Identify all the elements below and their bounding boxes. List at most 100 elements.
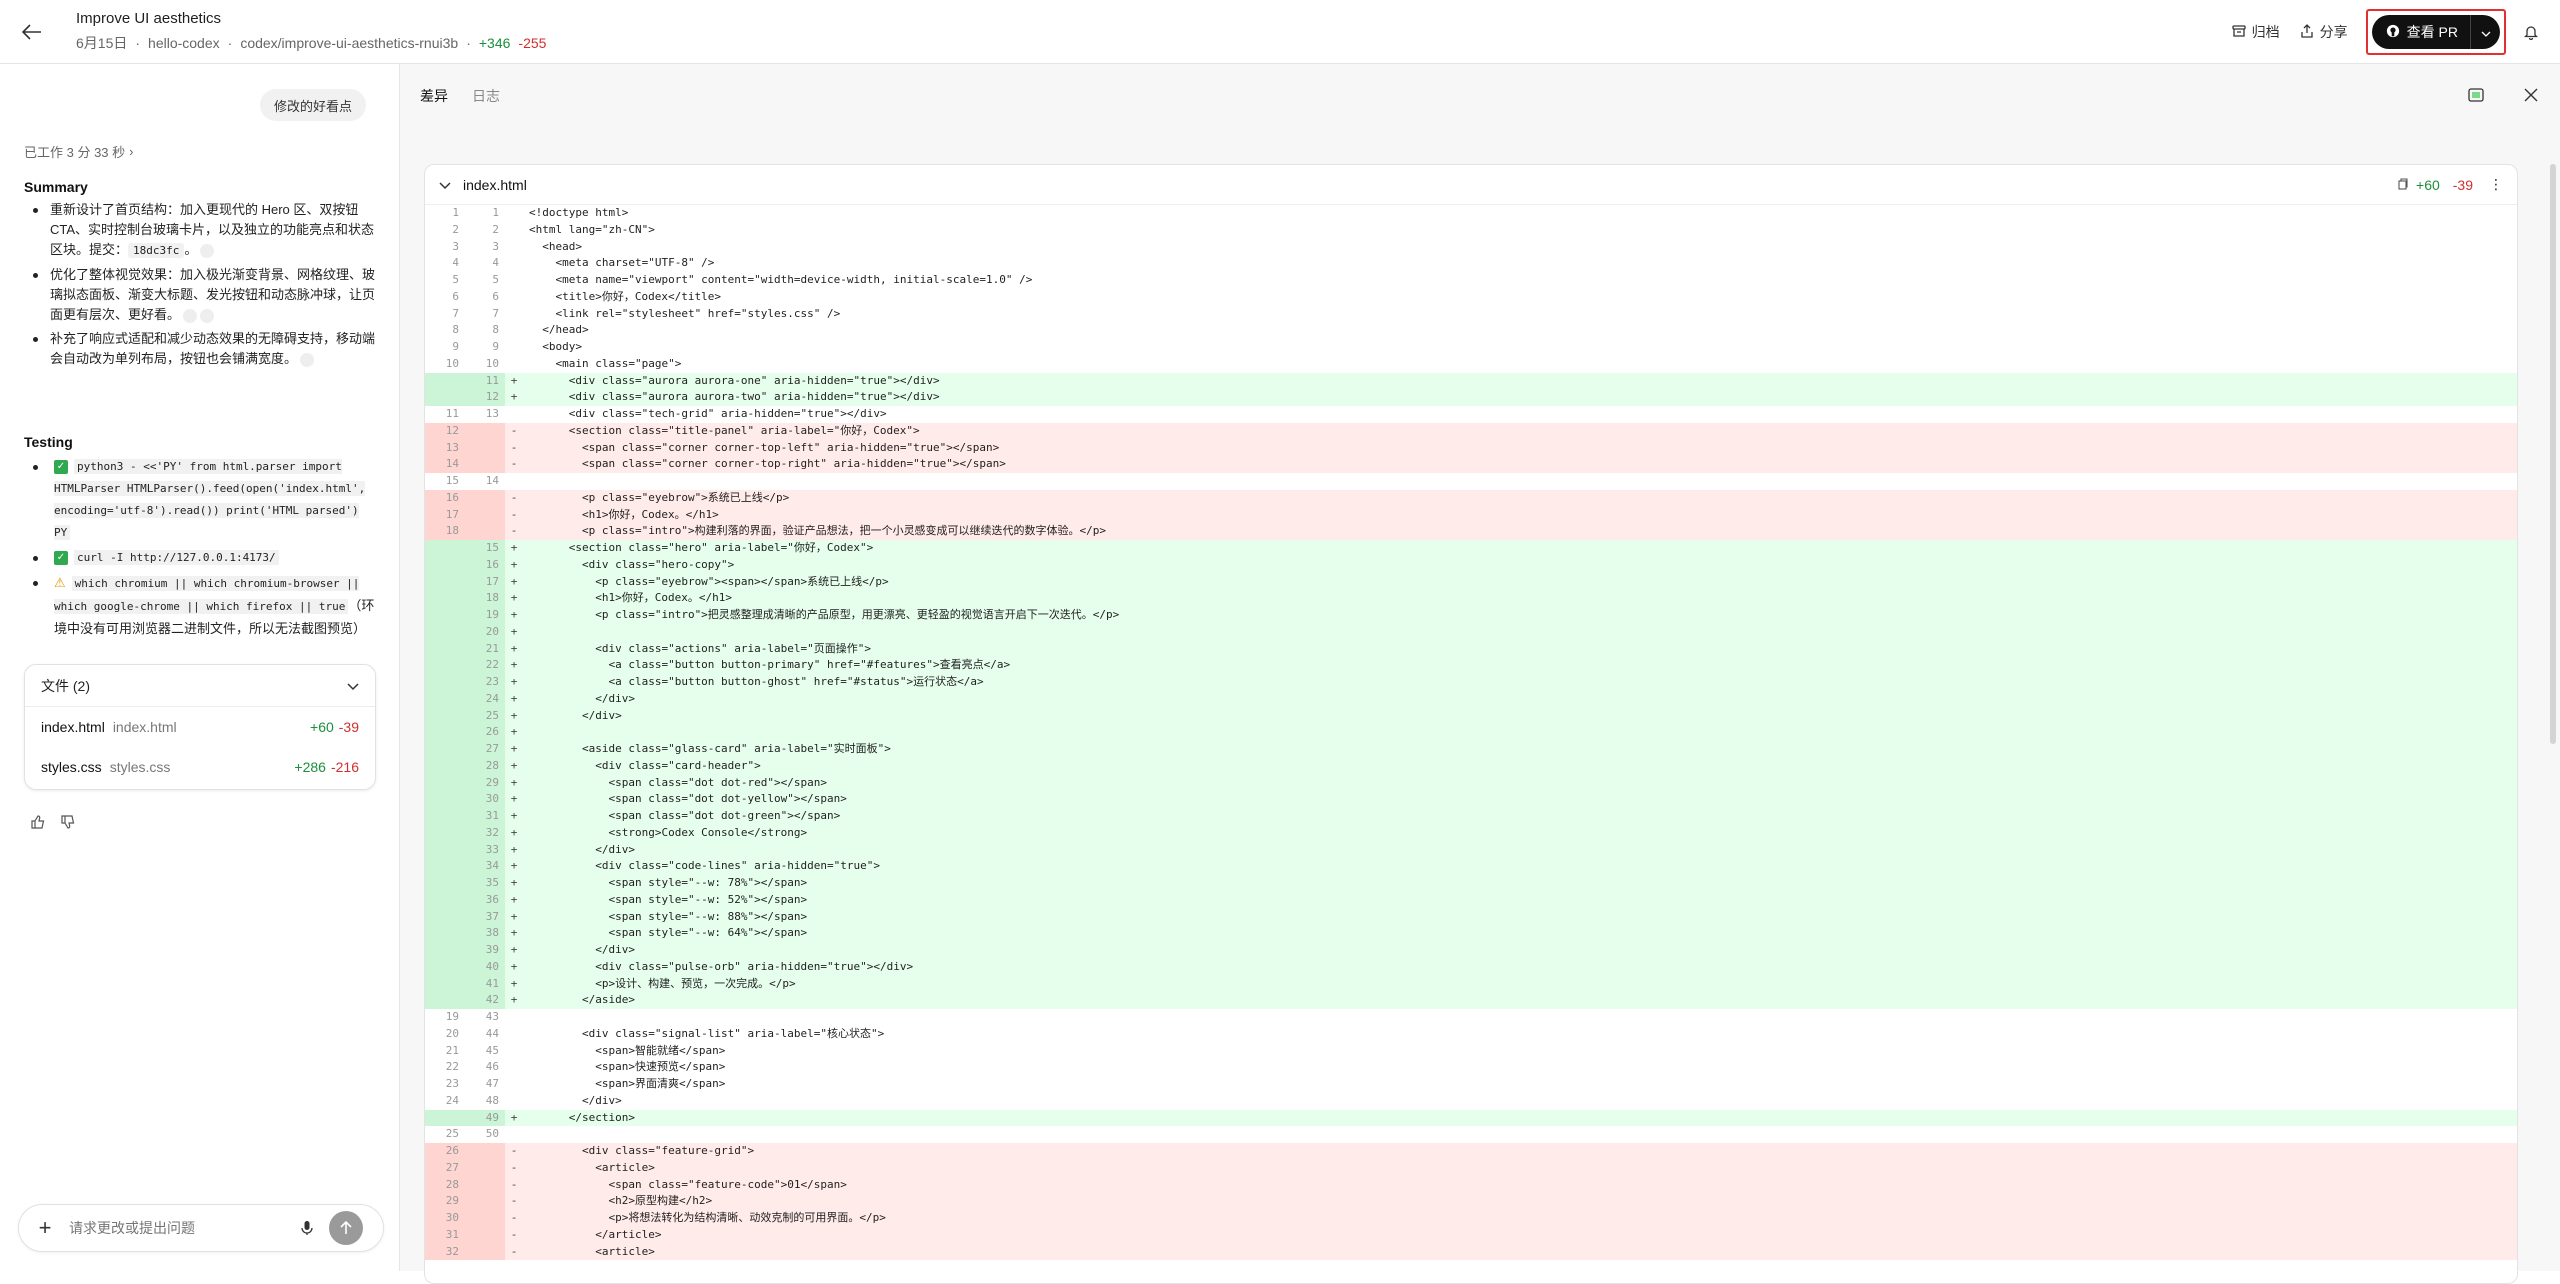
diff-line: 28 - <span class="feature-code">01</span> bbox=[425, 1176, 2517, 1194]
code-text: <div class="aurora aurora-one" aria-hidd… bbox=[529, 373, 940, 387]
code-text: <span style="--w: 88%"></span> bbox=[529, 909, 808, 923]
code-text: <p class="intro">把灵感整理成清晰的产品原型，用更漂亮、更轻盈的… bbox=[529, 608, 1120, 621]
diff-marker: - bbox=[510, 1144, 518, 1157]
diff-line: 2 2 <html lang="zh-CN"> bbox=[425, 222, 2517, 239]
diff-marker: + bbox=[510, 708, 518, 722]
old-line-number: 25 bbox=[445, 1127, 459, 1141]
old-line-number bbox=[425, 623, 465, 641]
code-text: <span class="dot dot-green"></span> bbox=[529, 809, 841, 822]
old-line-number bbox=[425, 975, 465, 993]
file-row-styles[interactable]: styles.css styles.css +286 -216 bbox=[25, 747, 375, 787]
code-text: <div class="code-lines" aria-hidden="tru… bbox=[529, 859, 880, 873]
share-button[interactable]: 分享 bbox=[2290, 22, 2358, 42]
more-options-icon[interactable]: ⋮ bbox=[2489, 176, 2503, 193]
new-line-number: 38 bbox=[465, 925, 505, 942]
collapse-chevron-icon[interactable] bbox=[439, 177, 451, 193]
diff-marker: + bbox=[510, 758, 518, 772]
copy-icon[interactable] bbox=[2398, 177, 2408, 193]
code-text: </div> bbox=[529, 691, 635, 705]
citation-icon[interactable] bbox=[200, 308, 215, 323]
old-line-number bbox=[425, 875, 465, 892]
diff-line: 31 + <span class="dot dot-green"></span> bbox=[425, 808, 2517, 825]
new-line-number: 1 bbox=[492, 206, 499, 219]
code-text: <p>设计、构建、预览，一次完成。</p> bbox=[529, 976, 796, 990]
pr-dropdown-button[interactable] bbox=[2470, 15, 2500, 49]
old-line-number: 12 bbox=[425, 422, 465, 440]
back-arrow-icon[interactable] bbox=[18, 18, 46, 46]
diff-line: 15 14 bbox=[425, 473, 2517, 490]
code-text: <head> bbox=[529, 239, 582, 253]
diff-file-name: index.html bbox=[463, 176, 527, 193]
diff-marker bbox=[505, 222, 523, 239]
old-line-number bbox=[425, 791, 465, 808]
worked-duration[interactable]: 已工作 3 分 33 秒 › bbox=[24, 142, 133, 161]
diff-line: 29 + <span class="dot dot-red"></span> bbox=[425, 774, 2517, 792]
tab-diff[interactable]: 差异 bbox=[420, 86, 448, 106]
old-line-number bbox=[425, 992, 465, 1009]
view-pr-label: 查看 PR bbox=[2406, 24, 2458, 40]
diff-line: 22 46 <span>快速预览</span> bbox=[425, 1059, 2517, 1076]
close-icon[interactable] bbox=[2524, 88, 2538, 107]
old-line-number: 21 bbox=[445, 1043, 459, 1057]
code-text: <span class="dot dot-red"></span> bbox=[529, 775, 828, 789]
thumbs-up-icon[interactable] bbox=[30, 814, 46, 835]
repo-name[interactable]: hello-codex bbox=[148, 35, 220, 51]
old-line-number: 2 bbox=[452, 222, 459, 236]
code-text: <span class="dot dot-yellow"></span> bbox=[529, 792, 847, 806]
new-line-number: 33 bbox=[465, 841, 505, 859]
citation-icon[interactable] bbox=[183, 308, 198, 323]
view-pr-button[interactable]: 查看 PR bbox=[2372, 22, 2470, 42]
send-button[interactable] bbox=[329, 1211, 363, 1245]
diff-marker bbox=[505, 356, 523, 373]
new-line-number: 3 bbox=[492, 239, 499, 253]
new-line-number: 17 bbox=[465, 573, 505, 591]
diff-line: 17 + <p class="eyebrow"><span></span>系统已上… bbox=[425, 573, 2517, 591]
new-line-number bbox=[465, 1226, 505, 1244]
file-row-index[interactable]: index.html index.html +60 -39 bbox=[25, 707, 375, 747]
diff-marker: + bbox=[510, 792, 518, 806]
code-text: <span>智能就绪</span> bbox=[529, 1043, 726, 1057]
code-text: <title>你好，Codex</title> bbox=[529, 289, 721, 303]
files-toggle[interactable]: 文件 (2) bbox=[25, 665, 375, 707]
citation-icon[interactable] bbox=[200, 243, 215, 258]
old-line-number: 15 bbox=[445, 474, 459, 487]
bell-icon[interactable] bbox=[2518, 19, 2544, 45]
new-line-number: 39 bbox=[465, 942, 505, 959]
new-line-number bbox=[465, 506, 505, 524]
diff-marker bbox=[505, 1059, 523, 1076]
add-attachment-button[interactable]: + bbox=[29, 1212, 61, 1244]
archive-button[interactable]: 归档 bbox=[2222, 22, 2290, 42]
code-text: <div class="aurora aurora-two" aria-hidd… bbox=[529, 390, 940, 404]
old-line-number bbox=[425, 372, 465, 390]
summary-list: 重新设计了首页结构：加入更现代的 Hero 区、双按钮 CTA、实时控制台玻璃卡… bbox=[24, 200, 378, 373]
diff-marker: - bbox=[510, 490, 518, 504]
diff-marker: + bbox=[510, 658, 518, 672]
diff-line: 19 43 bbox=[425, 1009, 2517, 1026]
microphone-icon[interactable] bbox=[295, 1216, 319, 1240]
toggle-split-icon[interactable] bbox=[2468, 88, 2484, 107]
diff-marker: + bbox=[510, 976, 518, 990]
message-input[interactable] bbox=[69, 1220, 289, 1236]
view-pr-split-button: 查看 PR bbox=[2371, 15, 2500, 49]
scrollbar[interactable] bbox=[2550, 164, 2556, 744]
code-text: <p class="eyebrow"><span></span>系统已上线</p… bbox=[529, 574, 889, 588]
old-line-number: 14 bbox=[425, 456, 465, 473]
diff-tabs: 差异 日志 bbox=[420, 86, 500, 106]
diff-line: 25 50 bbox=[425, 1126, 2517, 1143]
thumbs-down-icon[interactable] bbox=[60, 814, 76, 835]
diff-marker: + bbox=[510, 725, 518, 739]
diff-marker: - bbox=[510, 1211, 518, 1224]
new-line-number: 35 bbox=[465, 875, 505, 892]
new-line-number: 37 bbox=[465, 908, 505, 926]
new-line-number: 6 bbox=[492, 289, 499, 303]
new-line-number: 12 bbox=[465, 389, 505, 406]
code-text: <!doctype html> bbox=[529, 206, 629, 219]
code-text: <meta name="viewport" content="width=dev… bbox=[529, 273, 1033, 286]
old-line-number bbox=[425, 690, 465, 708]
commit-hash: 18dc3fc bbox=[128, 243, 185, 258]
tab-log[interactable]: 日志 bbox=[472, 86, 500, 106]
branch-name[interactable]: codex/improve-ui-aesthetics-rnui3b bbox=[240, 35, 458, 51]
new-line-number: 32 bbox=[465, 824, 505, 842]
diff-line: 10 10 <main class="page"> bbox=[425, 356, 2517, 373]
citation-icon[interactable] bbox=[300, 352, 315, 367]
